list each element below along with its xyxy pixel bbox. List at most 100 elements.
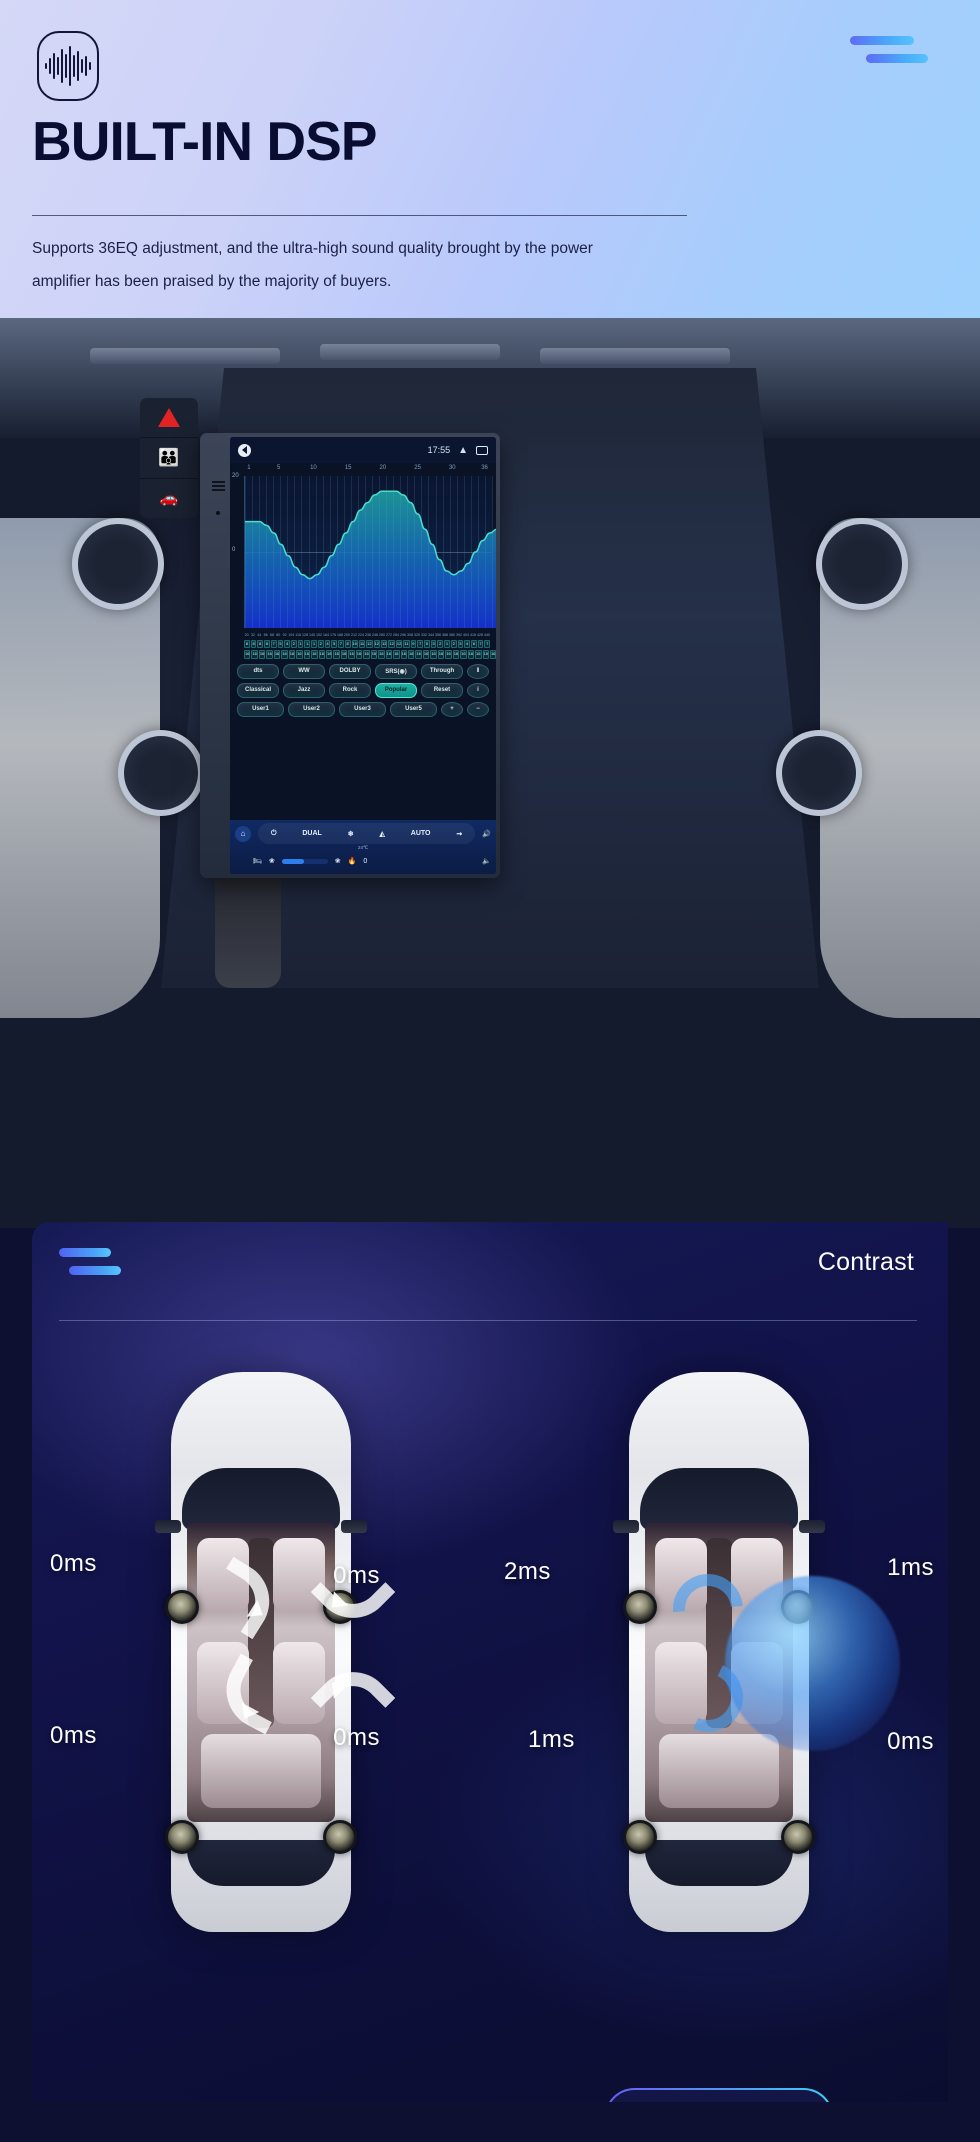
- reset-button[interactable]: Reset: [421, 682, 463, 698]
- eq-value-row[interactable]: 8 8 8 8 7 5 4 2 1 1 1 2 4 5 7 8 10 11 12 12 12 12 12 11 9 7 5 3 2 1 2 3…: [244, 640, 491, 649]
- preset-classical[interactable]: Classical: [237, 682, 279, 698]
- eq-band-base[interactable]: 16: [288, 650, 296, 659]
- preset-srs[interactable]: SRS(◉): [375, 663, 417, 679]
- preset-popular[interactable]: Popular: [375, 682, 417, 698]
- eq-band-base[interactable]: 16: [325, 650, 333, 659]
- eq-band-base[interactable]: 16: [467, 650, 475, 659]
- eq-band-base[interactable]: 16: [400, 650, 407, 659]
- preset-rock[interactable]: Rock: [329, 682, 371, 698]
- eq-band-base[interactable]: 16: [333, 650, 340, 659]
- eq-band-base[interactable]: 16: [303, 650, 311, 659]
- eq-band-value[interactable]: 8: [244, 640, 250, 649]
- preset-user3[interactable]: User3: [339, 701, 386, 717]
- eq-band-value[interactable]: 8: [344, 640, 351, 649]
- ours-car-radio-button[interactable]: Ours Car Radio: [605, 2088, 834, 2102]
- eq-band-base[interactable]: 16: [422, 650, 430, 659]
- eq-band-value[interactable]: 9: [410, 640, 417, 649]
- head-unit-screen[interactable]: 17:55 ▲ 1 5 10 15 20 25 30 36 20 0 20 32…: [230, 437, 496, 874]
- eq-band-base[interactable]: 16: [273, 650, 281, 659]
- airflow-icon[interactable]: ⇝: [456, 830, 462, 838]
- eq-band-base[interactable]: 16: [407, 650, 415, 659]
- eq-value-grid[interactable]: 8 8 8 8 7 5 4 2 1 1 1 2 4 5 7 8 10 11 12 12 12 12 12 11 9 7 5 3 2 1 2 3…: [244, 640, 496, 659]
- eq-band-value[interactable]: 2: [291, 640, 297, 649]
- eq-band-base[interactable]: 16: [370, 650, 378, 659]
- eq-band-value[interactable]: 7: [270, 640, 277, 649]
- preset-dolby[interactable]: DOLBY: [329, 663, 371, 679]
- eq-band-value[interactable]: 6: [471, 640, 477, 649]
- volume-up-icon[interactable]: 🔊: [482, 830, 491, 838]
- eq-band-value[interactable]: 7: [338, 640, 344, 649]
- eq-band-base[interactable]: 16: [393, 650, 400, 659]
- fan-speed-slider[interactable]: [281, 858, 328, 864]
- climate-control-bar[interactable]: ⌂ ⏻ DUAL ❄ ◭ AUTO ⇝ 🔊 24℃ 🛏 ❀ ❀ 🔥 0 🔈: [230, 820, 496, 874]
- hazard-button[interactable]: [140, 398, 198, 439]
- eq-band-base[interactable]: 16: [489, 650, 496, 659]
- seat-heat-icon[interactable]: 🔥: [348, 857, 357, 865]
- eq-band-base[interactable]: 16: [452, 650, 460, 659]
- eq-band-base[interactable]: 16: [460, 650, 467, 659]
- fan-icon[interactable]: ❀: [335, 857, 341, 865]
- eq-band-value[interactable]: 12: [373, 640, 381, 649]
- eq-band-value[interactable]: 4: [464, 640, 470, 649]
- preset-user2[interactable]: User2: [288, 701, 335, 717]
- eq-band-value[interactable]: 2: [450, 640, 457, 649]
- volume-down-icon[interactable]: 🔈: [482, 857, 491, 865]
- eq-band-value[interactable]: 8: [264, 640, 270, 649]
- eq-band-base[interactable]: 16: [475, 650, 482, 659]
- eq-band-value[interactable]: 3: [430, 640, 437, 649]
- seat-icon[interactable]: 🛏: [253, 857, 262, 865]
- chevron-up-icon[interactable]: ▲: [458, 445, 468, 456]
- eq-value-row[interactable]: 16 16 16 16 16 16 16 16 16 16 16 16 16 16 16 16 16 16 16 16…: [244, 650, 496, 659]
- dual-label[interactable]: DUAL: [302, 830, 321, 837]
- eq-band-base[interactable]: 16: [251, 650, 258, 659]
- eq-band-base[interactable]: 16: [244, 650, 251, 659]
- home-icon[interactable]: ⌂: [235, 825, 251, 842]
- eq-band-base[interactable]: 16: [430, 650, 437, 659]
- snowflake-icon[interactable]: ❄: [348, 830, 354, 838]
- eq-band-base[interactable]: 16: [281, 650, 288, 659]
- info-icon[interactable]: i: [467, 682, 489, 698]
- power-icon[interactable]: ⏻: [271, 830, 277, 838]
- eq-band-value[interactable]: 5: [423, 640, 430, 649]
- eq-band-value[interactable]: 4: [284, 640, 291, 649]
- preset-user5[interactable]: User5: [390, 701, 437, 717]
- eq-band-base[interactable]: 16: [258, 650, 266, 659]
- eq-band-value[interactable]: 1: [304, 640, 311, 649]
- eq-band-value[interactable]: 4: [324, 640, 331, 649]
- fan-icon[interactable]: ❀: [269, 857, 275, 865]
- eq-band-value[interactable]: 12: [366, 640, 373, 649]
- eq-band-value[interactable]: 7: [477, 640, 484, 649]
- decrease-button[interactable]: −: [467, 701, 489, 717]
- eq-preset-panel[interactable]: dts WW DOLBY SRS(◉) Through ‖ Classical …: [237, 663, 489, 717]
- eq-band-value[interactable]: 2: [317, 640, 324, 649]
- eq-band-value[interactable]: 8: [257, 640, 264, 649]
- eq-band-value[interactable]: 12: [395, 640, 403, 649]
- eq-band-value[interactable]: 1: [311, 640, 317, 649]
- eq-band-base[interactable]: 16: [363, 650, 370, 659]
- eq-band-value[interactable]: 11: [358, 640, 366, 649]
- eq-band-base[interactable]: 16: [318, 650, 325, 659]
- eq-band-value[interactable]: 1: [444, 640, 450, 649]
- eq-band-value[interactable]: 2: [437, 640, 444, 649]
- eq-band-base[interactable]: 16: [348, 650, 355, 659]
- eq-band-value[interactable]: 12: [381, 640, 388, 649]
- eq-band-base[interactable]: 16: [385, 650, 393, 659]
- hazard-button-panel[interactable]: 👪 🚗: [140, 398, 198, 518]
- eq-band-base[interactable]: 16: [266, 650, 273, 659]
- preset-dts[interactable]: dts: [237, 663, 279, 679]
- preset-jazz[interactable]: Jazz: [283, 682, 325, 698]
- recent-apps-icon[interactable]: [476, 445, 488, 455]
- eq-band-base[interactable]: 16: [415, 650, 422, 659]
- increase-button[interactable]: +: [441, 701, 463, 717]
- seatbelt-button[interactable]: 👪: [140, 438, 198, 479]
- preset-user1[interactable]: User1: [237, 701, 284, 717]
- preset-ww[interactable]: WW: [283, 663, 325, 679]
- eq-band-base[interactable]: 16: [355, 650, 363, 659]
- eq-band-value[interactable]: 3: [457, 640, 464, 649]
- eq-band-value[interactable]: 1: [297, 640, 304, 649]
- eq-band-base[interactable]: 16: [296, 650, 303, 659]
- balance-icon[interactable]: ‖: [467, 663, 489, 679]
- auto-label[interactable]: AUTO: [411, 830, 431, 837]
- eq-band-base[interactable]: 16: [437, 650, 445, 659]
- eq-band-base[interactable]: 16: [445, 650, 452, 659]
